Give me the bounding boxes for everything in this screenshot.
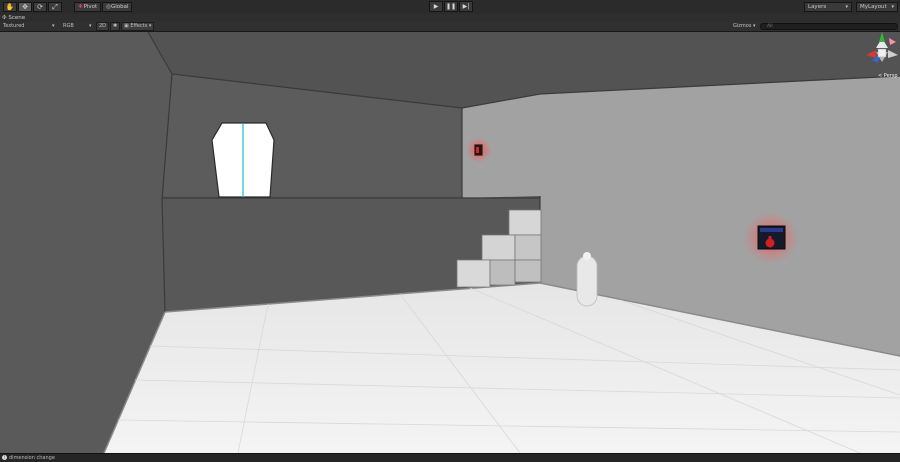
- tab-scene[interactable]: ✣ Scene: [2, 14, 25, 22]
- global-label: Global: [110, 4, 129, 10]
- tab-bar: ✣ Scene: [0, 14, 900, 22]
- draw-mode-label: Textured: [3, 23, 25, 29]
- step-icon: ▶|: [462, 3, 470, 10]
- scene-search-input[interactable]: All: [760, 23, 898, 30]
- scale-tool-button[interactable]: ⤢: [48, 2, 62, 12]
- gizmos-dropdown[interactable]: Gizmos ▾: [733, 22, 756, 31]
- hand-tool-button[interactable]: ✋: [3, 2, 17, 12]
- 2d-toggle[interactable]: 2D: [96, 22, 110, 31]
- main-toolbar: ✋ ✥ ⟳ ⤢ ✚Pivot ◎Global ▶ ❚❚ ▶| Layers ▾ …: [0, 0, 900, 15]
- effects-dropdown[interactable]: ▣ Effects ▾: [121, 22, 155, 31]
- chevron-down-icon: ▾: [845, 4, 848, 10]
- pivot-button[interactable]: ✚Pivot: [74, 2, 102, 12]
- scene-options-bar: Textured ▾ RGB ▾ 2D ✱ ▣ Effects ▾ Gizmos…: [0, 22, 900, 32]
- pivot-label: Pivot: [83, 4, 98, 10]
- player-capsule: [576, 252, 598, 307]
- pause-button[interactable]: ❚❚: [444, 1, 458, 12]
- move-tool-button[interactable]: ✥: [18, 2, 32, 12]
- chevron-down-icon: ▾: [148, 23, 152, 29]
- door: [211, 122, 275, 198]
- layers-label: Layers: [808, 4, 827, 10]
- tab-scene-label: Scene: [8, 15, 26, 21]
- pause-icon: ❚❚: [445, 3, 457, 10]
- projection-label[interactable]: < Persp: [878, 73, 898, 79]
- rotate-tool-button[interactable]: ⟳: [33, 2, 47, 12]
- chevron-down-icon: ▾: [753, 23, 756, 29]
- move-icon: ✥: [22, 3, 28, 11]
- scene-icon: ✣: [2, 15, 7, 21]
- layers-dropdown[interactable]: Layers ▾: [804, 2, 852, 12]
- layout-label: MyLayout: [860, 4, 887, 10]
- hand-icon: ✋: [5, 3, 15, 11]
- chevron-down-icon: ▾: [891, 4, 894, 10]
- playback-controls: ▶ ❚❚ ▶|: [429, 1, 473, 12]
- search-placeholder: All: [767, 24, 773, 29]
- wall-panel: [757, 225, 786, 250]
- step-button[interactable]: ▶|: [459, 1, 473, 12]
- sun-icon: ✱: [113, 23, 118, 29]
- pivot-icon: ✚: [78, 4, 83, 10]
- info-icon: !: [2, 455, 7, 460]
- play-icon: ▶: [433, 3, 439, 10]
- global-button[interactable]: ◎Global: [102, 2, 133, 12]
- gizmos-label: Gizmos: [733, 23, 752, 29]
- scale-icon: ⤢: [52, 3, 58, 11]
- pivot-toggles: ✚Pivot ◎Global: [74, 2, 133, 12]
- 2d-label: 2D: [99, 23, 107, 29]
- lighting-toggle[interactable]: ✱: [110, 22, 120, 31]
- image-icon: ▣: [124, 23, 129, 29]
- play-button[interactable]: ▶: [429, 1, 443, 12]
- rotate-icon: ⟳: [37, 3, 43, 11]
- effects-label: Effects: [130, 23, 148, 29]
- layout-dropdown[interactable]: MyLayout ▾: [856, 2, 898, 12]
- status-message: dimension change: [9, 455, 55, 461]
- draw-mode-dropdown[interactable]: Textured: [3, 22, 24, 31]
- switch-light: [476, 147, 479, 153]
- render-mode-dropdown[interactable]: RGB: [63, 22, 74, 31]
- render-mode-label: RGB: [63, 23, 74, 29]
- scene-viewport[interactable]: [0, 32, 900, 453]
- transform-tools: ✋ ✥ ⟳ ⤢: [3, 2, 62, 12]
- render-mode-chevron-icon: ▾: [89, 23, 92, 29]
- draw-mode-chevron-icon: ▾: [52, 23, 55, 29]
- scene-render: [0, 32, 900, 453]
